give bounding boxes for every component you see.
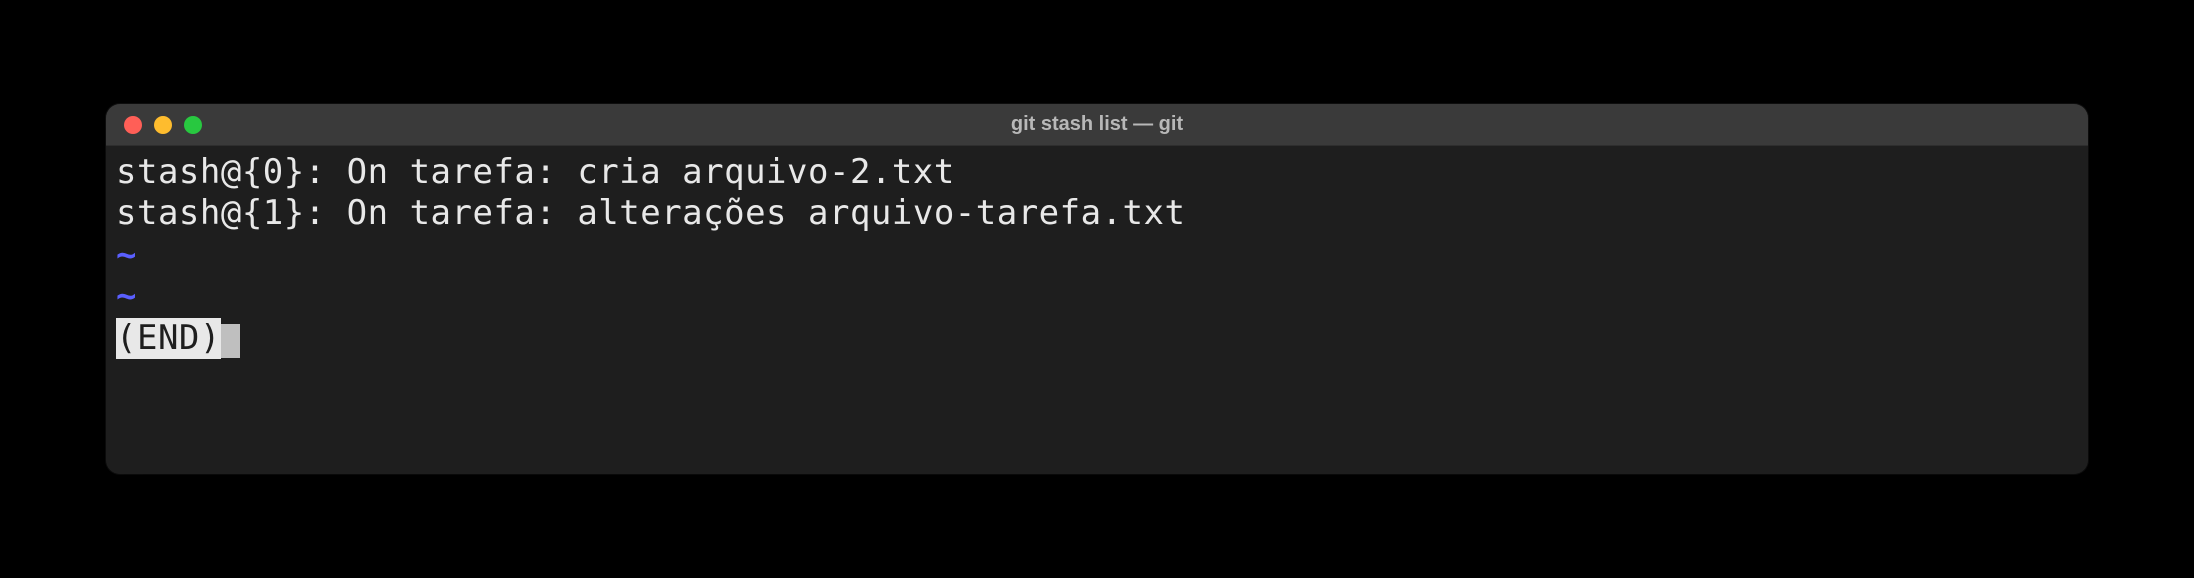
maximize-button[interactable] [184,116,202,134]
terminal-body[interactable]: stash@{0}: On tarefa: cria arquivo-2.txt… [106,146,2088,474]
minimize-button[interactable] [154,116,172,134]
traffic-lights [124,116,202,134]
end-marker: (END) [116,318,221,359]
cursor [221,324,240,358]
terminal-output-line: stash@{1}: On tarefa: alterações arquivo… [116,193,2078,234]
terminal-output-line: stash@{0}: On tarefa: cria arquivo-2.txt [116,152,2078,193]
vim-tilde-line: ~ [116,235,2078,276]
pager-status-line: (END) [116,318,2078,359]
terminal-window: git stash list — git stash@{0}: On taref… [106,104,2088,474]
close-button[interactable] [124,116,142,134]
title-bar[interactable]: git stash list — git [106,104,2088,146]
vim-tilde-line: ~ [116,276,2078,317]
window-title: git stash list — git [1011,113,1183,136]
